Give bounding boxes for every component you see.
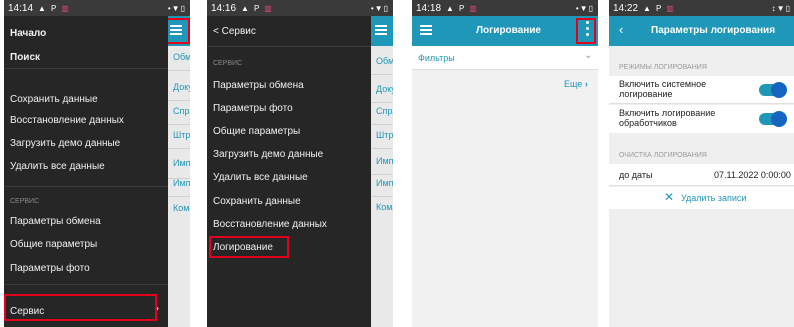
drawer-item-load-demo[interactable]: Загрузить демо данные (213, 149, 323, 160)
list-item[interactable]: Штри (376, 130, 393, 140)
drawer-item-delete-all[interactable]: Удалить все данные (213, 172, 308, 183)
close-icon: ✕ (664, 190, 675, 204)
notification-icon: ▥ (469, 3, 477, 13)
status-bar: 14:16 ▲ P ▥ •▼▯ (207, 0, 393, 16)
drawer-item-general-params[interactable]: Общие параметры (10, 239, 97, 250)
toggle-system-logging[interactable] (759, 82, 787, 98)
toggle-handler-logging[interactable] (759, 111, 787, 127)
app-toolbar: ‹ Параметры логирования (609, 16, 794, 46)
delete-records-button[interactable]: ✕ Удалить записи (609, 187, 794, 209)
list-item[interactable]: Кома (376, 202, 393, 212)
list-item[interactable]: Спра (173, 106, 190, 116)
setting-label: Включить логирование обработчиков (619, 108, 716, 128)
status-time: 14:18 (416, 2, 442, 14)
setting-label: Включить системное логирование (619, 79, 707, 99)
filters-panel[interactable]: Фильтры ⌄ (412, 46, 598, 70)
hamburger-menu-icon (420, 25, 432, 35)
navigation-drawer: < Сервис СЕРВИС Параметры обмена Парамет… (207, 16, 371, 327)
p-icon: P (458, 3, 465, 13)
phone-screen-3: 14:18 ▲ P ▥ •▼▯ Логирование Фильтры ⌄ Ещ… (412, 0, 598, 327)
highlight-menu-button (166, 18, 190, 44)
warning-icon: ▲ (241, 3, 249, 13)
highlight-logging-item (209, 236, 289, 258)
section-header-service: СЕРВИС (213, 60, 243, 67)
drawer-item-restore-data[interactable]: Восстановление данных (10, 115, 124, 126)
date-label: до даты (619, 170, 653, 180)
notification-icon: ▥ (264, 3, 272, 13)
page-title: Логирование (476, 25, 541, 36)
status-time: 14:22 (613, 2, 639, 14)
drawer-item-photo-params[interactable]: Параметры фото (213, 103, 293, 114)
list-item[interactable]: Кома (173, 203, 190, 213)
section-header-modes: РЕЖИМЫ ЛОГИРОВАНИЯ (619, 64, 707, 71)
list-item[interactable]: Доку (173, 82, 190, 92)
signal-battery-icon: •▼▯ (575, 3, 594, 13)
page-title: Параметры логирования (651, 25, 776, 36)
warning-icon: ▲ (38, 3, 46, 13)
back-arrow-icon[interactable]: ‹ (619, 22, 623, 37)
notification-icon: ▥ (666, 3, 674, 13)
p-icon: P (50, 3, 57, 13)
section-header-service: СЕРВИС (10, 198, 40, 205)
highlight-overflow-menu (576, 18, 596, 44)
list-item[interactable]: Импс (173, 178, 190, 188)
drawer-item-start[interactable]: Начало (10, 28, 46, 39)
list-item[interactable]: Импс (376, 178, 393, 188)
background-list: Обме Доку Спра Штри Импс Импс Кома (371, 16, 393, 327)
p-icon: P (655, 3, 662, 13)
list-item[interactable]: Обме (173, 52, 190, 62)
status-bar: 14:14 ▲ P ▥ •▼▯ (4, 0, 190, 16)
notification-icon: ▥ (61, 3, 69, 13)
status-time: 14:14 (8, 2, 34, 14)
warning-icon: ▲ (446, 3, 454, 13)
signal-battery-icon: ↕▼▯ (771, 3, 791, 13)
menu-button[interactable] (375, 25, 387, 38)
signal-battery-icon: •▼▯ (167, 3, 186, 13)
list-item[interactable]: Спра (376, 106, 393, 116)
drawer-item-restore-data[interactable]: Восстановление данных (213, 219, 327, 230)
chevron-down-icon: ⌄ (584, 50, 593, 61)
settings-row-handler-logging[interactable]: Включить логирование обработчиков (609, 105, 794, 133)
app-toolbar: Логирование (412, 16, 598, 46)
more-label: Еще (564, 79, 583, 89)
signal-battery-icon: •▼▯ (370, 3, 389, 13)
date-row[interactable]: до даты 07.11.2022 0:00:00 (609, 164, 794, 186)
drawer-item-photo-params[interactable]: Параметры фото (10, 263, 90, 274)
list-item[interactable]: Штри (173, 130, 190, 140)
list-item[interactable]: Доку (376, 84, 393, 94)
status-time: 14:16 (211, 2, 237, 14)
settings-row-system-logging[interactable]: Включить системное логирование (609, 76, 794, 104)
drawer-item-exchange-params[interactable]: Параметры обмена (213, 80, 304, 91)
list-item[interactable]: Импс (376, 156, 393, 166)
phone-screen-1: 14:14 ▲ P ▥ •▼▯ Обме Доку Спра Штри Импс… (4, 0, 190, 327)
phone-screen-4: 14:22 ▲ P ▥ ↕▼▯ ‹ Параметры логирования … (609, 0, 794, 327)
phone-screen-2: 14:16 ▲ P ▥ •▼▯ Обме Доку Спра Штри Импс… (207, 0, 393, 327)
status-bar: 14:18 ▲ P ▥ •▼▯ (412, 0, 598, 16)
hamburger-menu-icon (375, 25, 387, 35)
list-item[interactable]: Обме (376, 56, 393, 66)
drawer-item-save-data[interactable]: Сохранить данные (213, 196, 301, 207)
chevron-right-icon: › (584, 79, 588, 89)
delete-records-label: Удалить записи (681, 193, 747, 203)
warning-icon: ▲ (643, 3, 651, 13)
drawer-item-search[interactable]: Поиск (10, 52, 40, 63)
back-button[interactable]: < Сервис (213, 26, 256, 37)
drawer-item-delete-all[interactable]: Удалить все данные (10, 161, 105, 172)
section-header-cleanup: ОЧИСТКА ЛОГИРОВАНИЯ (619, 152, 707, 159)
list-item[interactable]: Импс (173, 158, 190, 168)
drawer-item-load-demo[interactable]: Загрузить демо данные (10, 138, 120, 149)
status-bar: 14:22 ▲ P ▥ ↕▼▯ (609, 0, 794, 16)
more-link[interactable]: Еще › (564, 79, 588, 89)
p-icon: P (253, 3, 260, 13)
drawer-item-exchange-params[interactable]: Параметры обмена (10, 216, 101, 227)
highlight-service-item (4, 294, 157, 321)
menu-button[interactable] (420, 25, 432, 38)
drawer-item-save-data[interactable]: Сохранить данные (10, 94, 98, 105)
drawer-item-general-params[interactable]: Общие параметры (213, 126, 300, 137)
date-value: 07.11.2022 0:00:00 (714, 170, 791, 180)
filters-label: Фильтры (418, 53, 455, 63)
background-list: Обме Доку Спра Штри Импс Импс Кома (168, 16, 190, 327)
navigation-drawer: Начало Поиск Сохранить данные Восстановл… (4, 16, 168, 327)
